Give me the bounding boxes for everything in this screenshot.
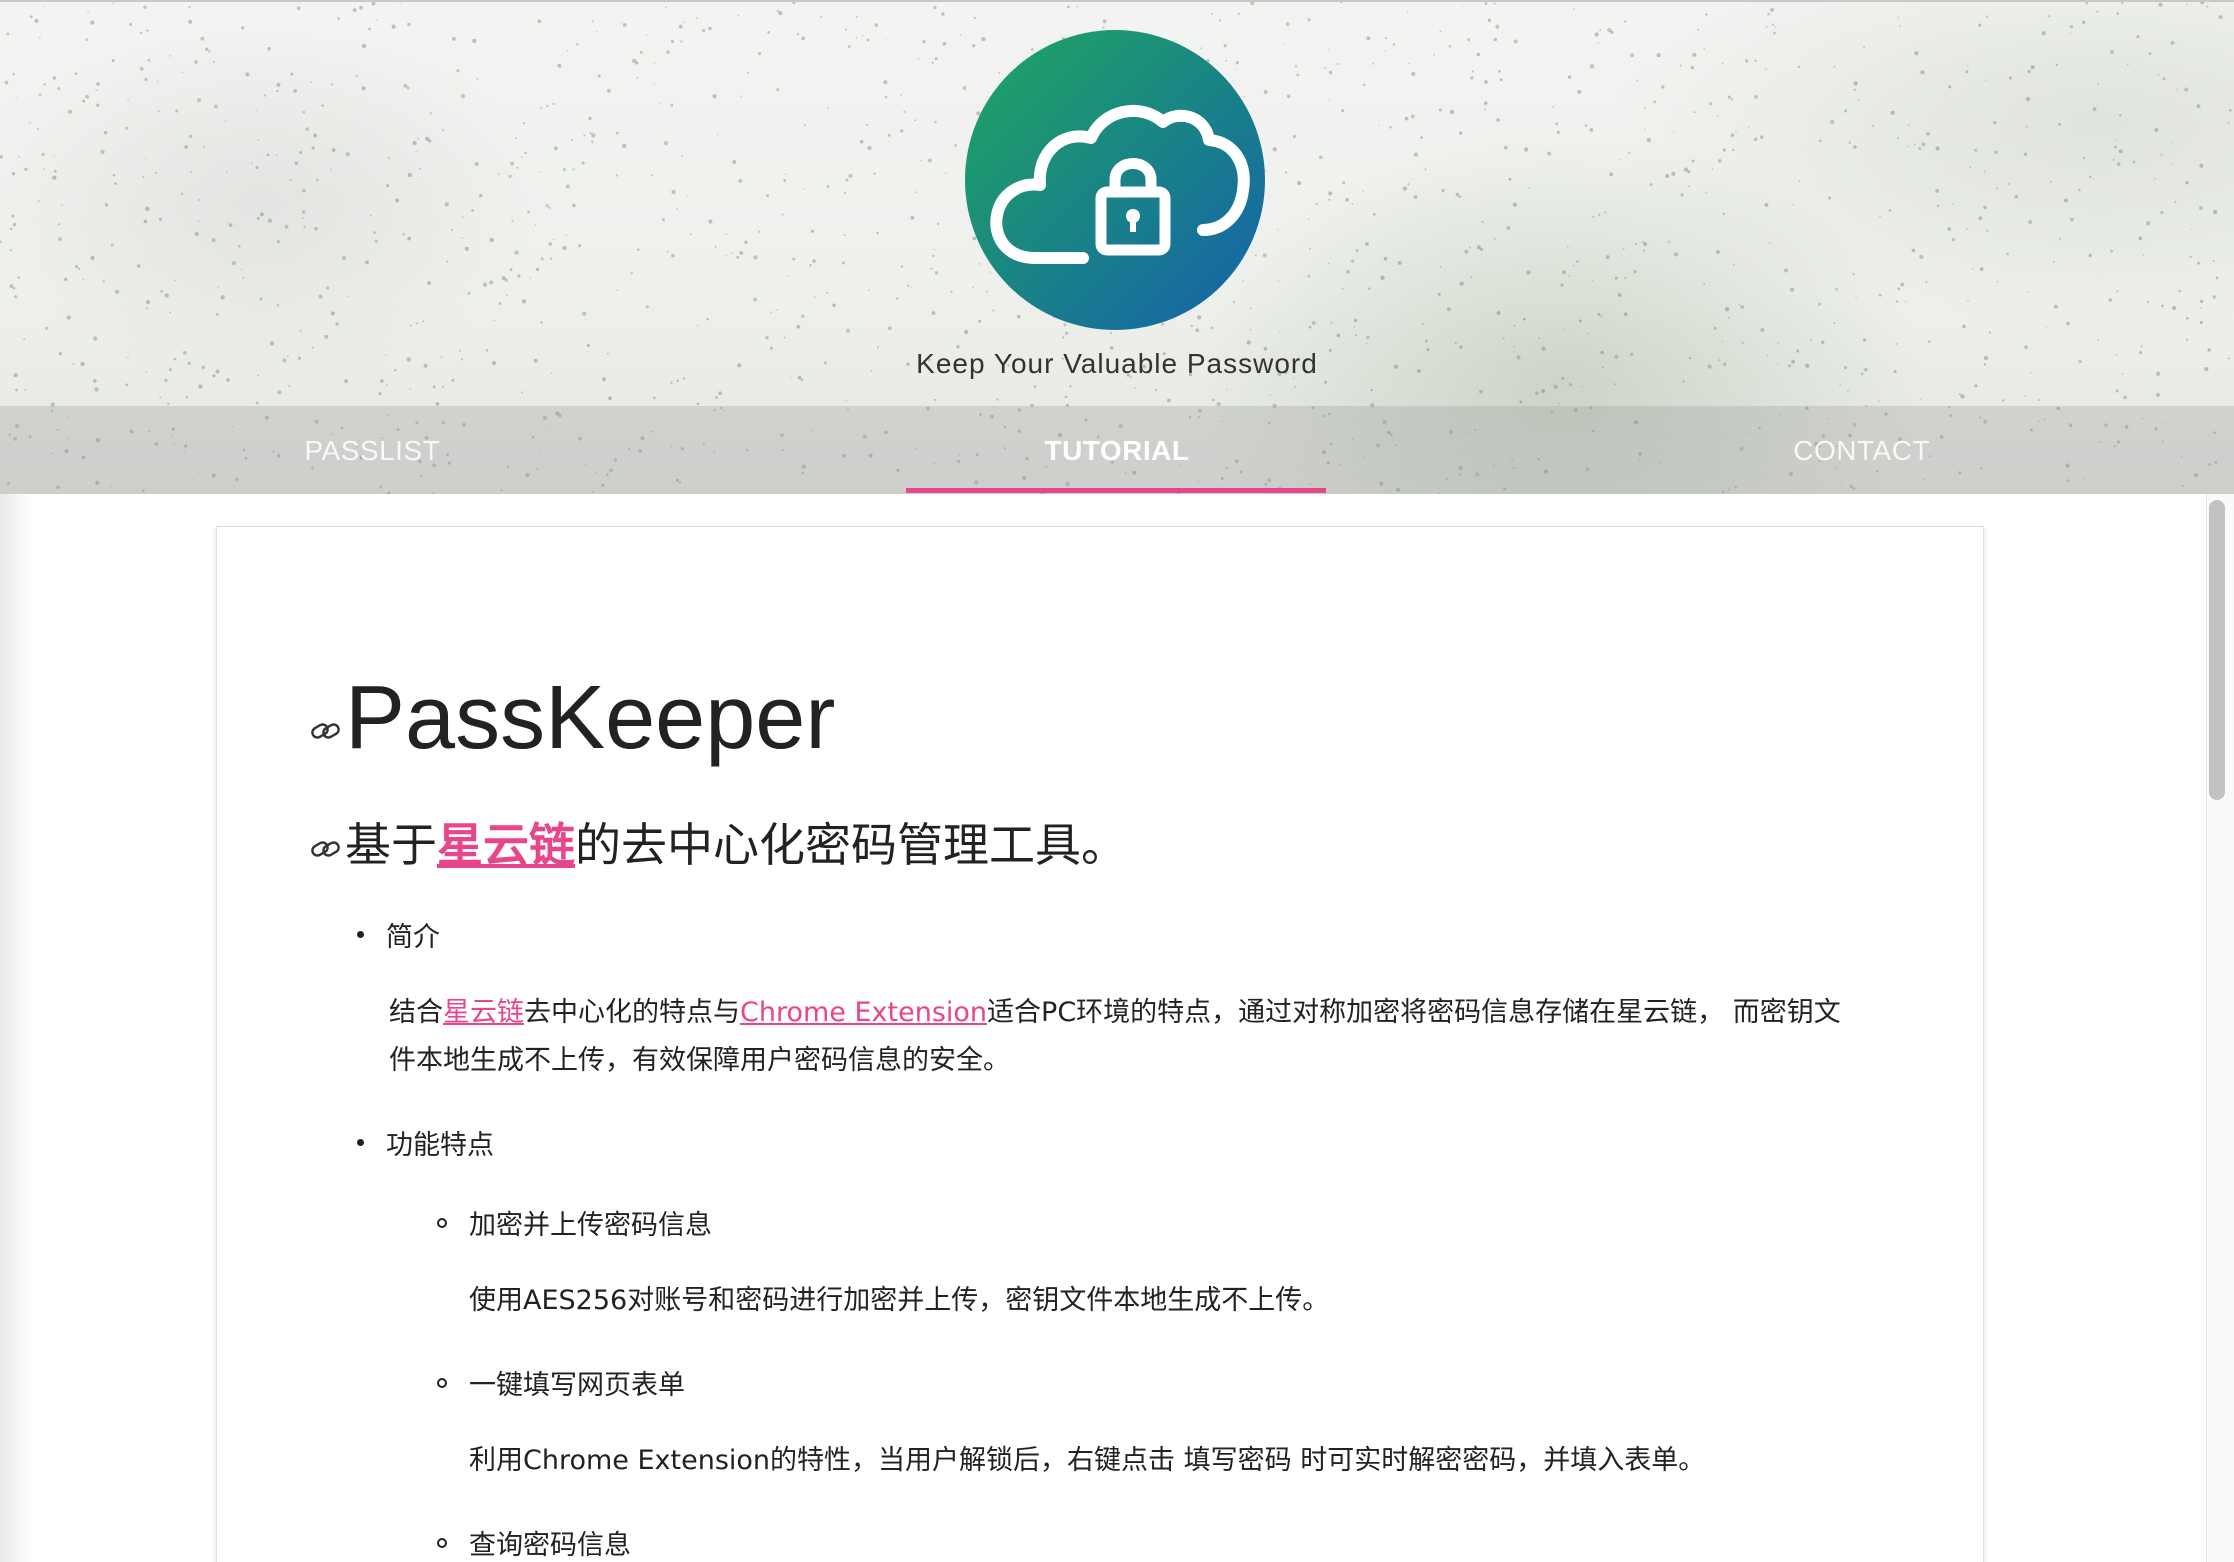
- scrollbar-thumb[interactable]: [2209, 500, 2225, 800]
- feature-title: 加密并上传密码信息: [469, 1210, 712, 1241]
- feature-item-autofill: 一键填写网页表单: [437, 1363, 685, 1402]
- active-tab-indicator: [906, 488, 1326, 493]
- chrome-extension-link[interactable]: Chrome Extension: [740, 997, 987, 1028]
- nebulas-link[interactable]: 星云链: [443, 997, 524, 1028]
- subtitle-after: 的去中心化密码管理工具。: [575, 818, 1127, 872]
- anchor-link-icon[interactable]: [309, 714, 343, 748]
- cloud-lock-icon: [965, 30, 1265, 330]
- feature-title: 一键填写网页表单: [469, 1370, 685, 1401]
- intro-heading: 简介: [386, 922, 440, 953]
- main-nav: PASSLIST TUTORIAL CONTACT: [0, 406, 2234, 494]
- features-heading: 功能特点: [386, 1130, 494, 1161]
- feature-title: 查询密码信息: [469, 1530, 631, 1561]
- tutorial-card: PassKeeper 基于 星云链 的去中心化密码管理工具。 简介 结合星云链去…: [216, 526, 1984, 1562]
- page: Keep Your Valuable Password PASSLIST TUT…: [0, 0, 2234, 1562]
- nav-tab-contact[interactable]: CONTACT: [1489, 406, 2234, 494]
- bullet-dot: [357, 1139, 364, 1146]
- title-text: PassKeeper: [345, 668, 836, 768]
- bullet-dot: [357, 931, 364, 938]
- page-subtitle: 基于 星云链 的去中心化密码管理工具。: [309, 809, 1127, 875]
- nav-tab-passlist[interactable]: PASSLIST: [0, 406, 745, 494]
- intro-text-a: 结合: [389, 997, 443, 1028]
- feature-item-query: 查询密码信息: [437, 1523, 631, 1562]
- header-banner: Keep Your Valuable Password PASSLIST TUT…: [0, 2, 2234, 494]
- intro-paragraph: 结合星云链去中心化的特点与Chrome Extension适合PC环境的特点，通…: [389, 989, 1949, 1085]
- feature-desc: 利用Chrome Extension的特性，当用户解锁后，右键点击 填写密码 时…: [469, 1445, 1706, 1476]
- intro-line-2: 件本地生成不上传，有效保障用户密码信息的安全。: [389, 1045, 1010, 1076]
- feature-item-encrypt: 加密并上传密码信息: [437, 1203, 712, 1242]
- list-item-intro: 简介: [357, 915, 440, 954]
- bullet-circle: [437, 1377, 447, 1388]
- intro-line-1: 结合星云链去中心化的特点与Chrome Extension适合PC环境的特点，通…: [389, 989, 1949, 1037]
- subtitle-before: 基于: [345, 818, 437, 872]
- nav-tab-tutorial[interactable]: TUTORIAL: [745, 406, 1490, 494]
- anchor-link-icon[interactable]: [309, 832, 343, 866]
- page-title: PassKeeper: [309, 667, 835, 770]
- intro-text-b: 去中心化的特点与: [524, 997, 740, 1028]
- window-top-border: [0, 0, 2234, 2]
- intro-text-c: 适合PC环境的特点，通过对称加密将密码信息存储在星云链， 而密钥文: [987, 997, 1841, 1028]
- bullet-circle: [437, 1217, 447, 1228]
- nebulas-link[interactable]: 星云链: [437, 809, 575, 875]
- app-logo: [965, 30, 1265, 330]
- bullet-circle: [437, 1537, 447, 1548]
- feature-desc: 使用AES256对账号和密码进行加密并上传，密钥文件本地生成不上传。: [469, 1285, 1330, 1316]
- tagline: Keep Your Valuable Password: [916, 348, 1318, 379]
- list-item-features: 功能特点: [357, 1123, 494, 1162]
